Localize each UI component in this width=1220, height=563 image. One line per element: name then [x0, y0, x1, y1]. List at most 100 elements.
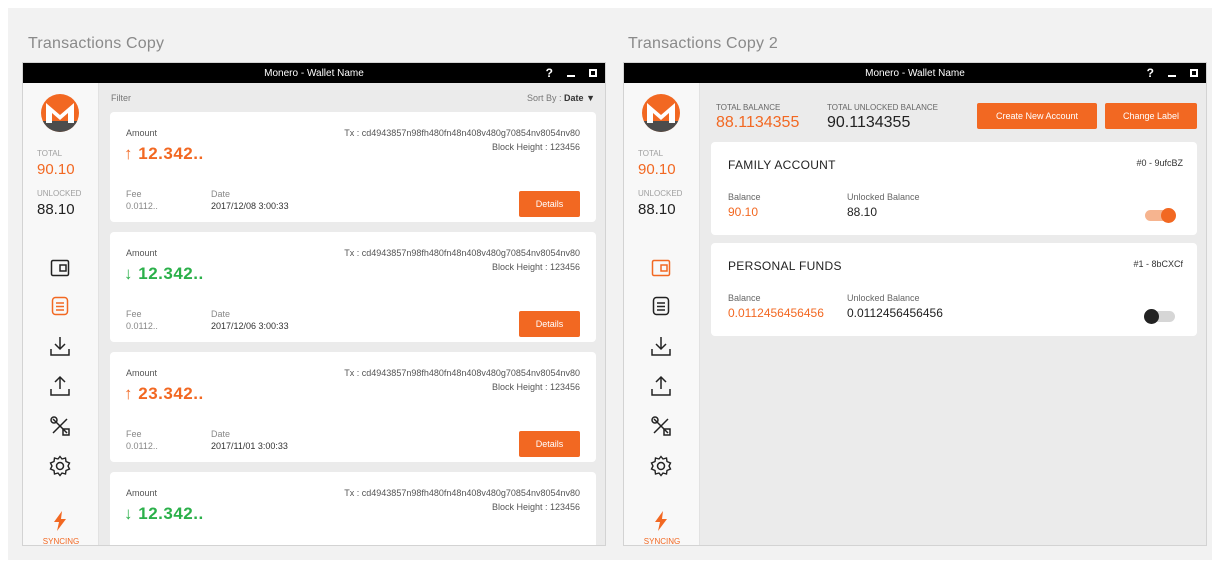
total-balance-value: 88.1134355: [716, 114, 800, 131]
panel-title-2: Transactions Copy 2: [628, 35, 778, 52]
tx-amount: ↓ 12.342..: [124, 504, 204, 524]
window-controls: ?: [546, 63, 597, 83]
wallet-icon[interactable]: [648, 255, 674, 281]
amount-label: Amount: [126, 128, 158, 138]
total-value: 90.10: [638, 161, 676, 178]
fee-value: 0.0112..: [126, 321, 158, 331]
transaction-card: Amount ↑ 12.342.. Tx : cd4943857n98fh480…: [110, 112, 596, 222]
receive-icon[interactable]: [47, 333, 73, 359]
receive-icon[interactable]: [648, 333, 674, 359]
filter-bar: Filter Sort By : Date ▼: [111, 93, 595, 107]
account-id: #0 - 9ufcBZ: [1136, 158, 1183, 168]
toggle-knob: [1144, 309, 1159, 324]
filter-button[interactable]: Filter: [111, 93, 131, 103]
tx-amount: ↑ 12.342..: [124, 144, 204, 164]
settings-icon[interactable]: [648, 453, 674, 479]
help-button[interactable]: ?: [546, 66, 553, 80]
account-toggle[interactable]: [1144, 309, 1175, 324]
date-label: Date: [211, 189, 231, 199]
balance-label: Balance: [728, 192, 761, 202]
create-account-button[interactable]: Create New Account: [977, 103, 1097, 129]
total-balance-label: TOTAL BALANCE: [716, 103, 781, 112]
amount-label: Amount: [126, 488, 158, 498]
details-button[interactable]: Details: [519, 431, 580, 457]
sort-value: Date: [564, 93, 584, 103]
total-unlocked-label: TOTAL UNLOCKED BALANCE: [827, 103, 938, 112]
change-label-button[interactable]: Change Label: [1105, 103, 1197, 129]
tx-id: Tx : cd4943857n98fh480fn48n408v480g70854…: [344, 248, 580, 258]
transactions-icon[interactable]: [648, 293, 674, 319]
amount-value: 23.342..: [138, 384, 204, 403]
account-name: PERSONAL FUNDS: [728, 259, 842, 273]
date-value: 2017/12/06 3:00:33: [211, 321, 289, 331]
account-card[interactable]: PERSONAL FUNDS #1 - 8bCXCf Balance 0.011…: [711, 243, 1197, 336]
unlocked-label: UNLOCKED: [638, 189, 683, 198]
arrow-up-icon: ↑: [124, 384, 133, 403]
transaction-card: Amount ↑ 23.342.. Tx : cd4943857n98fh480…: [110, 352, 596, 462]
arrow-down-icon: ↓: [124, 504, 133, 523]
tools-icon[interactable]: [648, 413, 674, 439]
sidebar: TOTAL 90.10 UNLOCKED 88.10 SYNCING: [23, 83, 99, 545]
amount-value: 12.342..: [138, 264, 204, 283]
unlocked-balance-value: 0.0112456456456: [847, 306, 943, 320]
block-height: Block Height : 123456: [491, 502, 580, 512]
amount-label: Amount: [126, 248, 158, 258]
unlocked-balance-label: Unlocked Balance: [847, 293, 920, 303]
settings-icon[interactable]: [47, 453, 73, 479]
total-label: TOTAL: [638, 149, 664, 158]
unlocked-balance-label: Unlocked Balance: [847, 192, 920, 202]
bolt-icon: [49, 511, 71, 533]
window-controls: ?: [1147, 63, 1198, 83]
monero-logo-icon: [642, 94, 680, 132]
fee-label: Fee: [126, 309, 142, 319]
wallet-icon[interactable]: [47, 255, 73, 281]
send-icon[interactable]: [648, 373, 674, 399]
window-title: Monero - Wallet Name: [264, 67, 364, 79]
date-label: Date: [211, 309, 231, 319]
details-button[interactable]: Details: [519, 311, 580, 337]
block-height: Block Height : 123456: [491, 382, 580, 392]
titlebar: Monero - Wallet Name ?: [23, 63, 605, 83]
minimize-icon[interactable]: [567, 75, 575, 77]
block-height: Block Height : 123456: [491, 142, 580, 152]
fee-label: Fee: [126, 189, 142, 199]
block-height: Block Height : 123456: [491, 262, 580, 272]
tx-id: Tx : cd4943857n98fh480fn48n408v480g70854…: [344, 368, 580, 378]
transactions-icon[interactable]: [47, 293, 73, 319]
tx-amount: ↑ 23.342..: [124, 384, 204, 404]
send-icon[interactable]: [47, 373, 73, 399]
maximize-icon[interactable]: [1190, 69, 1198, 77]
tx-id: Tx : cd4943857n98fh480fn48n408v480g70854…: [344, 488, 580, 498]
tx-id: Tx : cd4943857n98fh480fn48n408v480g70854…: [344, 128, 580, 138]
fee-value: 0.0112..: [126, 201, 158, 211]
balance-value: 90.10: [728, 205, 759, 219]
titlebar: Monero - Wallet Name ?: [624, 63, 1206, 83]
sort-dropdown[interactable]: Sort By : Date ▼: [527, 93, 595, 103]
tools-icon[interactable]: [47, 413, 73, 439]
toggle-knob: [1161, 208, 1176, 223]
transaction-card: Amount ↓ 12.342.. Tx : cd4943857n98fh480…: [110, 232, 596, 342]
help-button[interactable]: ?: [1147, 66, 1154, 80]
date-value: 2017/12/08 3:00:33: [211, 201, 289, 211]
fee-value: 0.0112..: [126, 441, 158, 451]
details-button[interactable]: Details: [519, 191, 580, 217]
unlocked-balance-value: 88.10: [847, 205, 878, 219]
syncing-label: SYNCING: [42, 537, 80, 546]
account-card[interactable]: FAMILY ACCOUNT #0 - 9ufcBZ Balance 90.10…: [711, 142, 1197, 235]
balance-value: 0.0112456456456: [728, 306, 824, 320]
artboard: Transactions Copy Monero - Wallet Name ?…: [8, 8, 1212, 560]
panel-title-1: Transactions Copy: [28, 35, 165, 52]
wallet-window-2: Monero - Wallet Name ? TOTAL 90.10 UNLOC…: [623, 62, 1207, 546]
tx-amount: ↓ 12.342..: [124, 264, 204, 284]
minimize-icon[interactable]: [1168, 75, 1176, 77]
unlocked-value: 88.10: [638, 201, 676, 218]
arrow-up-icon: ↑: [124, 144, 133, 163]
date-label: Date: [211, 429, 231, 439]
amount-value: 12.342..: [138, 504, 204, 523]
amount-value: 12.342..: [138, 144, 204, 163]
account-toggle[interactable]: [1145, 208, 1176, 223]
maximize-icon[interactable]: [589, 69, 597, 77]
unlocked-value: 88.10: [37, 201, 75, 218]
fee-label: Fee: [126, 429, 142, 439]
balance-label: Balance: [728, 293, 761, 303]
